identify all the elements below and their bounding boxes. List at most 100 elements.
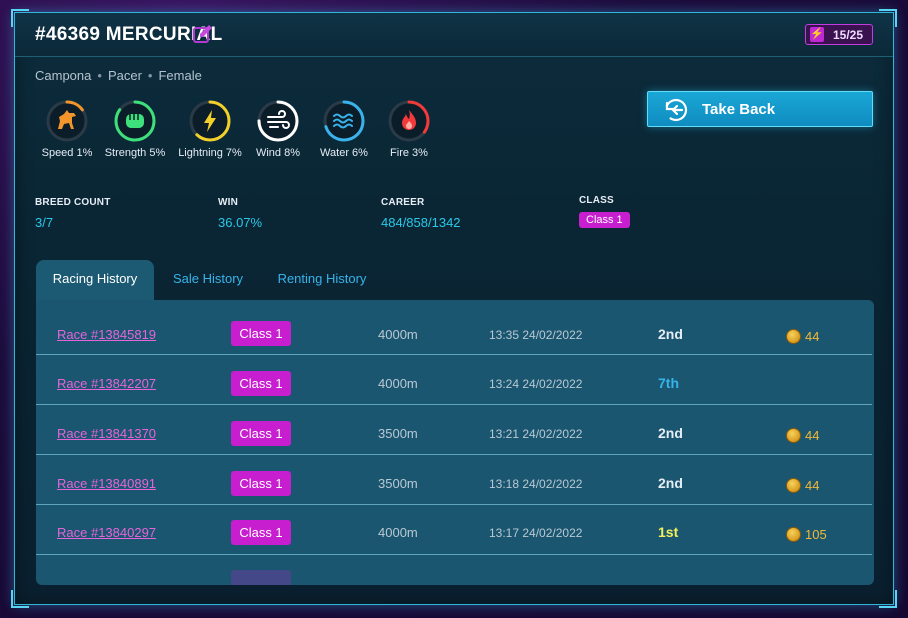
stat-lightning: Lightning 7% [178,99,242,159]
race-time: 13:17 24/02/2022 [489,526,583,540]
reward-amount: 44 [805,478,820,493]
race-distance: 4000m [378,525,418,540]
take-back-icon [664,98,688,122]
horse-detail-panel: #46369 MERCURIAL ⚡ 15/25 Campona • Pacer • F… [11,9,897,608]
race-place: 2nd [658,475,683,491]
win-info: WIN 36.07% [218,197,262,230]
race-time: 13:21 24/02/2022 [489,427,583,441]
stat-strength: Strength 5% [103,99,167,159]
table-row: Race #13840891 Class 1 3500m 13:18 24/02… [36,455,872,505]
table-row: Race #13841370 Class 1 3500m 13:21 24/02… [36,405,872,455]
stat-name: Lightning [178,147,223,159]
stat-value: 1% [76,147,93,159]
horse-breed: Campona [35,68,92,83]
horse-gender: Female [158,68,202,83]
stat-value: 6% [352,147,368,159]
career-label: CAREER [381,197,425,208]
win-value: 36.07% [218,215,263,230]
stat-name: Water [320,147,349,159]
class-badge: Class 1 [579,212,630,228]
stat-name: Speed [41,147,74,159]
stat-value: 7% [225,147,242,159]
table-row: Race #13840297 Class 1 4000m 13:17 24/02… [36,505,872,555]
race-class-badge: Class 1 [231,421,291,446]
race-class-badge-partial [231,570,291,585]
race-link[interactable]: Race #13840891 [57,476,156,491]
race-reward: 44 [786,329,819,344]
take-back-label: Take Back [702,101,776,118]
tab-renting-history[interactable]: Renting History [272,260,372,300]
tab-sale-history[interactable]: Sale History [162,260,254,300]
race-link[interactable]: Race #13845819 [57,327,156,342]
race-distance: 3500m [378,426,418,441]
race-link[interactable]: Race #13841370 [57,426,156,441]
fist-icon [126,114,144,128]
race-place: 1st [658,524,679,540]
edit-name-icon[interactable] [192,23,214,45]
strength-ring [114,100,156,142]
race-class-badge: Class 1 [231,371,291,396]
race-class-badge: Class 1 [231,321,291,346]
fire-ring [388,100,430,142]
stat-value: 3% [412,147,428,159]
stat-value: 5% [149,147,166,159]
horse-subtitle: Campona • Pacer • Female [35,68,202,83]
race-time: 13:35 24/02/2022 [489,328,583,342]
reward-amount: 44 [805,329,820,344]
water-ring [323,100,365,142]
race-reward: 44 [786,478,819,493]
race-link[interactable]: Race #13842207 [57,376,156,391]
take-back-button[interactable]: Take Back [647,91,873,127]
reward-amount: 44 [805,428,820,443]
coin-icon [786,428,801,443]
reward-amount: 105 [805,527,827,542]
breed-count-info: BREED COUNT 3/7 [35,197,111,230]
race-place: 2nd [658,425,683,441]
race-class-badge: Class 1 [231,471,291,496]
stat-water: Water 6% [312,99,376,159]
tab-racing-history[interactable]: Racing History [36,260,154,300]
stat-speed: Speed 1% [35,99,99,159]
race-place: 7th [658,375,679,391]
stat-name: Fire [390,147,409,159]
stat-name: Wind [255,147,282,159]
racing-history-table: Race #13845819 Class 1 4000m 13:35 24/02… [36,300,874,585]
race-distance: 3500m [378,476,418,491]
race-distance: 4000m [378,327,418,342]
panel-header: #46369 MERCURIAL ⚡ 15/25 [15,13,893,57]
breed-count-value: 3/7 [35,215,54,230]
table-row: Race #13842207 Class 1 4000m 13:24 24/02… [36,355,872,405]
table-row-partial [36,555,872,585]
wind-ring [257,100,299,142]
coin-icon [786,527,801,542]
energy-icon: ⚡ [810,27,824,42]
energy-value: 15/25 [833,28,864,42]
lightning-ring [189,100,231,142]
win-label: WIN [218,197,239,208]
race-distance: 4000m [378,376,418,391]
class-label: CLASS [579,195,614,206]
career-value: 484/858/1342 [381,215,461,230]
race-reward: 105 [786,527,827,542]
table-row: Race #13845819 Class 1 4000m 13:35 24/02… [36,305,872,355]
race-link[interactable]: Race #13840297 [57,525,156,540]
corner-decoration [11,590,29,608]
race-place: 2nd [658,326,683,342]
class-info: CLASS Class 1 [579,195,630,228]
coin-icon [786,478,801,493]
coin-icon [786,329,801,344]
stat-value: 8% [284,147,301,159]
race-time: 13:24 24/02/2022 [489,377,583,391]
energy-badge: ⚡ 15/25 [805,24,873,45]
career-info: CAREER 484/858/1342 [381,197,461,230]
corner-decoration [879,590,897,608]
race-class-badge: Class 1 [231,520,291,545]
speed-ring [46,100,88,142]
stat-name: Strength [104,147,147,159]
stat-wind: Wind 8% [246,99,310,159]
breed-count-label: BREED COUNT [35,197,111,208]
race-reward: 44 [786,428,819,443]
stat-fire: Fire 3% [377,99,441,159]
race-time: 13:18 24/02/2022 [489,477,583,491]
horse-type: Pacer [107,68,142,83]
